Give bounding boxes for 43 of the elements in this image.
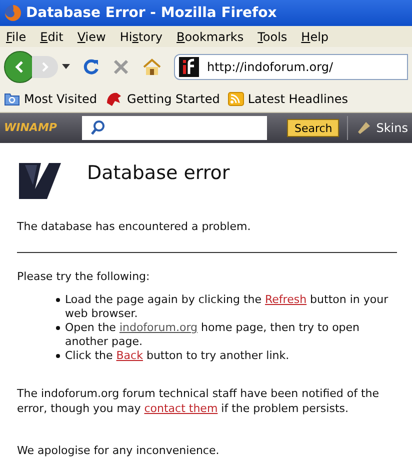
page-heading: Database error — [87, 160, 230, 186]
bullet-icon — [56, 326, 60, 330]
window-title: Database Error - Mozilla Firefox — [26, 4, 277, 22]
menu-item[interactable]: View — [77, 28, 106, 46]
winamp-logo: WINAMP — [4, 120, 58, 136]
link[interactable]: contact them — [144, 402, 218, 415]
animal-icon — [105, 91, 124, 107]
menu-item[interactable]: Bookmarks — [176, 28, 244, 46]
bullet-icon — [56, 298, 60, 302]
url-text: http://indoforum.org/ — [207, 58, 333, 76]
address-bar[interactable]: http://indoforum.org/ — [174, 54, 408, 80]
skins-button[interactable]: Skins — [356, 119, 408, 137]
bookmark-item[interactable]: Latest Headlines — [228, 90, 348, 108]
search-icon — [90, 120, 106, 136]
brush-icon — [356, 120, 372, 136]
menu-item[interactable]: Help — [301, 28, 329, 46]
firefox-icon — [4, 4, 22, 22]
apology-text: We apologise for any inconvenience. — [17, 443, 220, 459]
menu-item[interactable]: File — [6, 28, 26, 46]
reload-icon[interactable] — [82, 58, 100, 76]
site-icon — [179, 56, 199, 76]
menu-item[interactable]: Edit — [40, 28, 64, 46]
link[interactable]: Refresh — [265, 293, 307, 306]
search-field[interactable] — [82, 116, 268, 140]
link[interactable]: indoforum.org — [119, 321, 198, 334]
list-item-text: Load the page again by clicking the Refresh button in your web browser. — [65, 293, 390, 321]
dropdown-icon[interactable] — [62, 64, 70, 69]
list-item-text: Open the indoforum.org home page, then try to open another page. — [65, 321, 361, 349]
bookmark-item[interactable]: Most Visited — [4, 90, 98, 108]
bullet-icon — [56, 354, 60, 358]
bookmark-item[interactable]: Getting Started — [105, 90, 220, 108]
intro-text: The database has encountered a problem. — [17, 219, 252, 235]
notice-text: The indoforum.org forum technical staff have been notified of the error, though you may contact them if the problem persists. — [17, 387, 380, 415]
link[interactable]: Back — [116, 349, 143, 362]
feed-icon — [228, 92, 244, 106]
search-button[interactable]: Search — [287, 119, 340, 137]
menu-item[interactable]: History — [120, 28, 163, 46]
instruction-text: Please try the following: — [17, 268, 151, 284]
folder-icon — [4, 92, 20, 106]
list-item-text: Click the Back button to try another link. — [65, 349, 290, 363]
arrow-right-icon — [40, 62, 50, 72]
home-icon[interactable] — [142, 58, 162, 76]
menu-item[interactable]: Tools — [258, 28, 288, 46]
